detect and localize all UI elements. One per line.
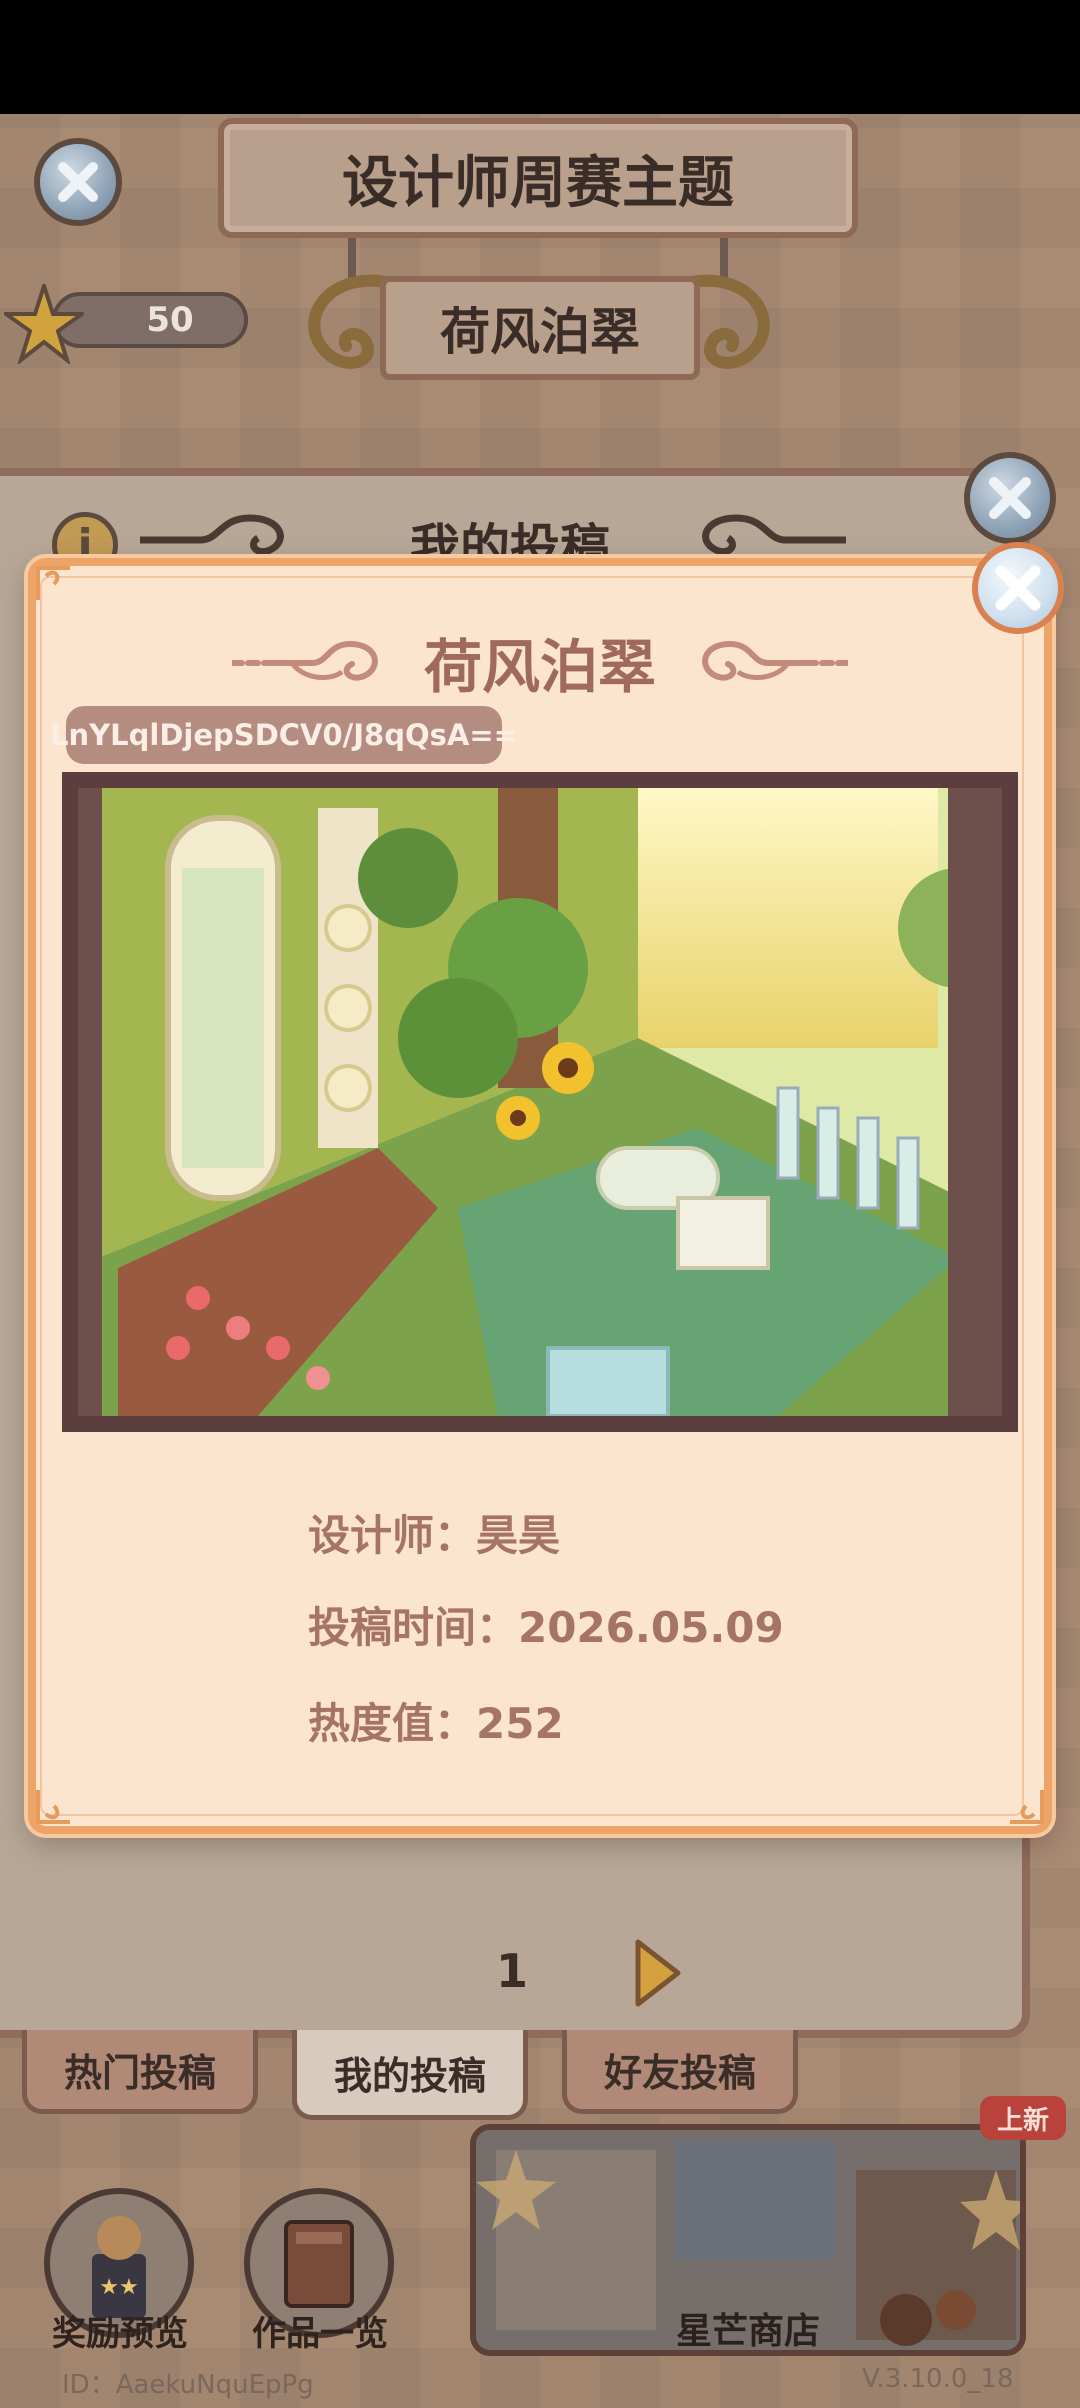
corner-ornament-icon <box>36 1790 70 1824</box>
share-code: LnYLqlDjepSDCV0/J8qQsA== <box>50 718 518 752</box>
works-overview-label: 作品一览 <box>252 2314 388 2354</box>
page-number: 1 <box>495 1944 528 1998</box>
designer-name: 昊昊 <box>476 1511 561 1560</box>
tab-label: 好友投稿 <box>603 2051 756 2095</box>
submit-time-value: 2026.05.09 <box>518 1603 784 1652</box>
heat-label: 热度值： <box>308 1699 477 1748</box>
panel-close-button[interactable] <box>964 452 1056 544</box>
back-close-button[interactable] <box>34 138 122 226</box>
weekly-theme-title-sign: 设计师周赛主题 <box>218 118 858 238</box>
tab-label: 我的投稿 <box>333 2054 486 2098</box>
designer-row: 设计师：昊昊 <box>308 1502 560 1563</box>
star-count: 50 <box>146 300 194 340</box>
tab-label: 热门投稿 <box>63 2051 216 2095</box>
designer-label: 设计师： <box>308 1511 477 1560</box>
theme-name-sign: 荷风泊翠 <box>380 276 700 380</box>
user-id: ID：AaekuNquEpPg <box>62 2370 314 2400</box>
title-flourish-right-icon <box>702 640 848 681</box>
version-label: V.3.10.0_18 <box>862 2364 1014 2394</box>
status-bar <box>0 0 1080 114</box>
submission-artwork-image <box>62 772 1018 1432</box>
corner-ornament-icon <box>36 566 70 600</box>
star-icon <box>4 284 84 364</box>
submit-time-row: 投稿时间：2026.05.09 <box>308 1594 784 1655</box>
share-code-badge[interactable]: LnYLqlDjepSDCV0/J8qQsA== <box>50 706 518 764</box>
submit-time-label: 投稿时间： <box>308 1603 519 1652</box>
corner-ornament-icon <box>1010 1790 1044 1824</box>
heat-row: 热度值：252 <box>308 1690 564 1751</box>
star-shop-label: 星芒商店 <box>675 2311 820 2352</box>
next-page-arrow-icon[interactable] <box>632 1938 682 2008</box>
weekly-theme-title: 设计师周赛主题 <box>342 150 734 216</box>
modal-close-button[interactable] <box>972 542 1064 634</box>
tab-hot-submissions[interactable]: 热门投稿 <box>22 2030 258 2114</box>
close-icon <box>58 162 98 202</box>
close-icon <box>995 565 1041 611</box>
tab-my-submissions[interactable]: 我的投稿 <box>292 2030 528 2120</box>
tab-friend-submissions[interactable]: 好友投稿 <box>562 2030 798 2114</box>
close-icon <box>989 477 1031 519</box>
reward-preview-label: 奖励预览 <box>52 2314 188 2354</box>
svg-text:★★: ★★ <box>99 2275 138 2300</box>
theme-name: 荷风泊翠 <box>440 303 640 361</box>
heat-value: 252 <box>476 1699 564 1748</box>
new-badge: 上新 <box>980 2096 1066 2140</box>
